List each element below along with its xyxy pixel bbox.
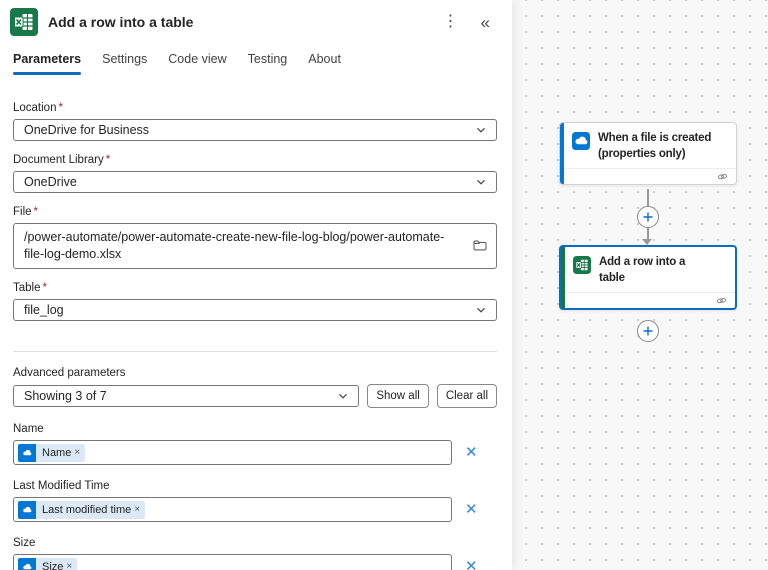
plus-icon — [642, 211, 654, 223]
last-modified-param-group: Last Modified Time Last modified time × … — [13, 480, 497, 522]
location-label: Location* — [13, 102, 497, 114]
chevron-down-icon — [475, 304, 487, 316]
node-accent-bar — [560, 123, 564, 184]
required-asterisk: * — [43, 282, 47, 294]
more-options-icon[interactable]: ⋮ — [437, 10, 465, 34]
token-label: Size — [36, 561, 66, 570]
name-param-group: Name Name × ✕ — [13, 423, 497, 465]
location-label-text: Location — [13, 102, 56, 114]
table-dropdown[interactable]: file_log — [13, 299, 497, 321]
token-label: Name — [36, 447, 74, 459]
folder-icon — [472, 237, 488, 253]
tab-parameters[interactable]: Parameters — [13, 52, 81, 75]
table-value: file_log — [24, 303, 64, 317]
clear-name-param-icon[interactable]: ✕ — [461, 443, 482, 462]
node-body: When a file is created (properties only) — [560, 123, 736, 168]
required-asterisk: * — [34, 206, 38, 218]
chevron-down-icon — [475, 124, 487, 136]
token-label: Last modified time — [36, 504, 134, 516]
token-remove-icon[interactable]: × — [66, 561, 77, 570]
location-dropdown[interactable]: OneDrive for Business — [13, 119, 497, 141]
section-divider — [13, 351, 497, 352]
required-asterisk: * — [58, 102, 62, 114]
onedrive-icon — [18, 444, 36, 462]
tab-about[interactable]: About — [308, 52, 341, 75]
location-value: OneDrive for Business — [24, 123, 149, 137]
size-dynamic-token[interactable]: Size × — [18, 558, 77, 570]
plus-icon — [642, 325, 654, 337]
file-label-text: File — [13, 206, 32, 218]
node-accent-bar — [561, 247, 565, 308]
parameters-form: Location* OneDrive for Business Document… — [0, 75, 512, 570]
node-title: When a file is created (properties only) — [598, 131, 730, 162]
token-remove-icon[interactable]: × — [134, 504, 145, 515]
last-modified-dynamic-token[interactable]: Last modified time × — [18, 501, 145, 519]
table-label: Table* — [13, 282, 497, 294]
clear-all-button[interactable]: Clear all — [437, 384, 497, 408]
insert-step-button[interactable] — [637, 206, 659, 228]
advanced-parameters-section: Advanced parameters Showing 3 of 7 Show … — [13, 367, 497, 408]
panel-tabs: Parameters Settings Code view Testing Ab… — [0, 52, 512, 75]
location-field-group: Location* OneDrive for Business — [13, 102, 497, 141]
clear-size-param-icon[interactable]: ✕ — [461, 557, 482, 570]
collapse-panel-icon[interactable]: « — [475, 10, 496, 35]
connector-line — [647, 189, 649, 206]
document-library-field-group: Document Library* OneDrive — [13, 154, 497, 193]
flow-canvas[interactable]: When a file is created (properties only) — [512, 0, 768, 570]
node-title: Add a row into a table — [599, 255, 703, 286]
trigger-node-when-file-created[interactable]: When a file is created (properties only) — [559, 122, 737, 185]
excel-icon — [10, 8, 38, 36]
tab-code-view[interactable]: Code view — [168, 52, 226, 75]
table-label-text: Table — [13, 282, 41, 294]
size-param-label: Size — [13, 537, 497, 549]
excel-icon — [573, 256, 591, 274]
name-param-input[interactable]: Name × — [13, 440, 452, 465]
node-footer — [561, 292, 735, 308]
panel-header: Add a row into a table ⋮ « — [0, 0, 512, 36]
onedrive-icon — [18, 558, 36, 570]
insert-step-button[interactable] — [637, 320, 659, 342]
power-automate-designer: Add a row into a table ⋮ « Parameters Se… — [0, 0, 768, 570]
size-param-row: Size × ✕ — [13, 554, 497, 570]
link-icon — [716, 170, 729, 183]
chevron-down-icon — [337, 390, 349, 402]
size-param-group: Size Size × ✕ — [13, 537, 497, 570]
table-field-group: Table* file_log — [13, 282, 497, 321]
file-label: File* — [13, 206, 497, 218]
show-all-button[interactable]: Show all — [367, 384, 428, 408]
last-modified-param-row: Last modified time × ✕ — [13, 497, 497, 522]
advanced-parameters-label: Advanced parameters — [13, 367, 497, 379]
name-dynamic-token[interactable]: Name × — [18, 444, 85, 462]
document-library-dropdown[interactable]: OneDrive — [13, 171, 497, 193]
advanced-parameters-row: Showing 3 of 7 Show all Clear all — [13, 384, 497, 408]
name-param-row: Name × ✕ — [13, 440, 497, 465]
tab-settings[interactable]: Settings — [102, 52, 147, 75]
file-input[interactable]: /power-automate/power-automate-create-ne… — [13, 223, 497, 269]
action-config-panel: Add a row into a table ⋮ « Parameters Se… — [0, 0, 512, 570]
clear-last-modified-param-icon[interactable]: ✕ — [461, 500, 482, 519]
onedrive-icon — [572, 132, 590, 150]
last-modified-param-label: Last Modified Time — [13, 480, 497, 492]
document-library-label: Document Library* — [13, 154, 497, 166]
panel-title: Add a row into a table — [48, 14, 193, 30]
last-modified-param-input[interactable]: Last modified time × — [13, 497, 452, 522]
name-param-label: Name — [13, 423, 497, 435]
advanced-parameters-dropdown[interactable]: Showing 3 of 7 — [13, 385, 359, 407]
file-field-group: File* /power-automate/power-automate-cre… — [13, 206, 497, 269]
advanced-filter-value: Showing 3 of 7 — [24, 389, 107, 403]
file-picker-button[interactable] — [470, 235, 490, 258]
file-value: /power-automate/power-automate-create-ne… — [24, 229, 470, 263]
chevron-down-icon — [475, 176, 487, 188]
link-icon — [715, 294, 728, 307]
document-library-label-text: Document Library — [13, 154, 104, 166]
node-body: Add a row into a table — [561, 247, 735, 292]
document-library-value: OneDrive — [24, 175, 77, 189]
action-node-add-row-into-table[interactable]: Add a row into a table — [559, 245, 737, 310]
required-asterisk: * — [106, 154, 110, 166]
size-param-input[interactable]: Size × — [13, 554, 452, 570]
token-remove-icon[interactable]: × — [74, 447, 85, 458]
onedrive-icon — [18, 501, 36, 519]
node-footer — [560, 168, 736, 184]
tab-testing[interactable]: Testing — [248, 52, 288, 75]
